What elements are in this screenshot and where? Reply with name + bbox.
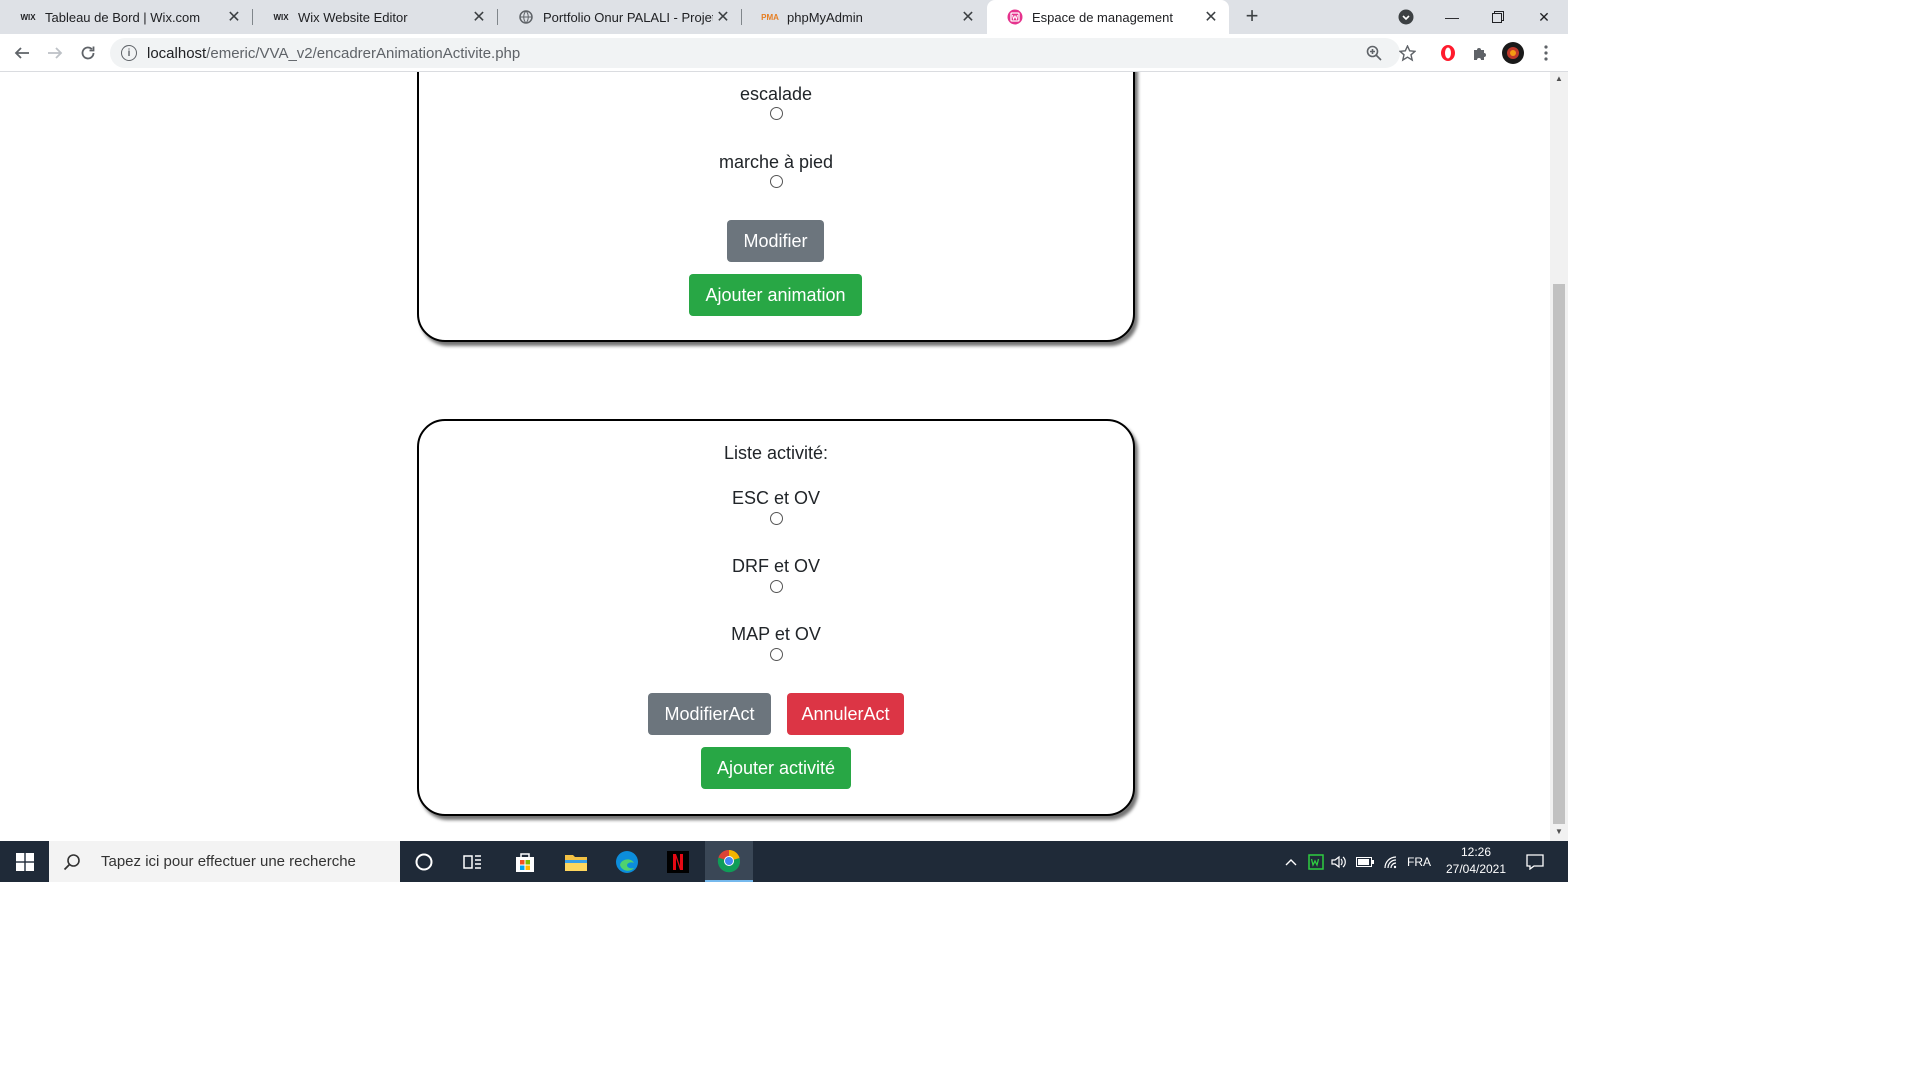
minimize-button[interactable]: — [1429, 0, 1475, 34]
edge-browser-icon[interactable] [603, 841, 651, 882]
browser-tab-strip: WIX Tableau de Bord | Wix.com ✕ WIX Wix … [0, 0, 1568, 34]
search-placeholder: Tapez ici pour effectuer une recherche [101, 853, 356, 870]
animation-label: marche à pied [718, 152, 834, 172]
activity-radio[interactable] [770, 648, 783, 661]
wix-icon: WIX [273, 12, 289, 22]
close-icon[interactable]: ✕ [224, 7, 244, 27]
tab-espace-management[interactable]: Espace de management ✕ [987, 0, 1229, 34]
volume-icon[interactable] [1328, 841, 1350, 882]
info-icon[interactable]: i [121, 45, 137, 61]
tab-wix-editor[interactable]: WIX Wix Website Editor ✕ [253, 0, 497, 34]
activity-radio[interactable] [770, 580, 783, 593]
notification-center-icon[interactable] [1520, 841, 1550, 882]
back-button[interactable] [8, 39, 36, 67]
page-scrollbar[interactable]: ▲ ▼ [1550, 72, 1568, 841]
modify-activity-button[interactable]: ModifierAct [648, 693, 771, 735]
animation-radio[interactable] [770, 107, 783, 120]
microsoft-store-icon[interactable] [501, 841, 549, 882]
chrome-browser-icon[interactable] [705, 841, 753, 882]
profile-avatar[interactable] [1502, 42, 1524, 64]
wamp-icon [1007, 9, 1023, 25]
show-hidden-icons-chevron-icon[interactable] [1280, 841, 1302, 882]
address-bar[interactable]: i localhost/emeric/VVA_v2/encadrerAnimat… [110, 38, 1400, 68]
netflix-icon[interactable] [654, 841, 702, 882]
new-tab-button[interactable]: + [1240, 4, 1264, 28]
wix-icon: WIX [20, 12, 36, 22]
close-window-button[interactable]: ✕ [1521, 0, 1567, 34]
bookmark-star-icon[interactable] [1396, 42, 1418, 64]
add-activity-button[interactable]: Ajouter activité [701, 747, 851, 789]
tab-phpmyadmin[interactable]: PMA phpMyAdmin ✕ [742, 0, 986, 34]
tab-title: phpMyAdmin [787, 9, 863, 25]
clock-time: 12:26 [1460, 845, 1492, 859]
zoom-icon[interactable] [1363, 42, 1385, 64]
animation-card: escalade marche à pied Modifier Ajouter … [417, 72, 1135, 342]
tab-title: Espace de management [1032, 9, 1173, 25]
input-language-indicator[interactable]: FRA [1404, 841, 1434, 882]
windows-taskbar: Tapez ici pour effectuer une recherche F… [0, 841, 1568, 882]
url-host: localhost [147, 44, 207, 62]
close-icon[interactable]: ✕ [713, 7, 733, 27]
battery-icon[interactable] [1353, 841, 1377, 882]
close-icon[interactable]: ✕ [958, 7, 978, 27]
scroll-up-arrow-icon[interactable]: ▲ [1550, 74, 1568, 88]
url-text[interactable]: localhost/emeric/VVA_v2/encadrerAnimatio… [147, 45, 520, 62]
animation-label: escalade [739, 84, 813, 104]
tab-search-button[interactable] [1383, 0, 1429, 34]
restore-button[interactable] [1475, 0, 1521, 34]
tab-title: Tableau de Bord | Wix.com [45, 9, 201, 25]
close-icon[interactable]: ✕ [469, 7, 489, 27]
extensions-puzzle-icon[interactable] [1469, 42, 1491, 64]
cortana-icon[interactable] [400, 841, 448, 882]
menu-kebab-icon[interactable] [1535, 42, 1557, 64]
activity-radio[interactable] [770, 512, 783, 525]
task-view-icon[interactable] [449, 841, 497, 882]
activity-label: MAP et OV [731, 624, 821, 644]
start-button[interactable] [0, 841, 49, 882]
reload-button[interactable] [74, 39, 102, 67]
modify-animation-button[interactable]: Modifier [727, 220, 824, 262]
scroll-down-arrow-icon[interactable]: ▼ [1550, 827, 1568, 841]
browser-toolbar: i localhost/emeric/VVA_v2/encadrerAnimat… [0, 34, 1568, 72]
clock-date: 27/04/2021 [1445, 862, 1507, 876]
phpmyadmin-icon: PMA [761, 12, 779, 22]
tab-wix-dashboard[interactable]: WIX Tableau de Bord | Wix.com ✕ [0, 0, 252, 34]
tab-title: Portfolio Onur PALALI - Projets [543, 9, 713, 25]
activity-card: Liste activité: ESC et OV DRF et OV MAP … [417, 419, 1135, 816]
wamp-tray-icon[interactable] [1305, 841, 1327, 882]
page-content: escalade marche à pied Modifier Ajouter … [0, 72, 1550, 841]
taskbar-search-box[interactable]: Tapez ici pour effectuer une recherche [49, 841, 400, 882]
opera-extension-icon[interactable] [1437, 42, 1459, 64]
file-explorer-icon[interactable] [552, 841, 600, 882]
scrollbar-thumb[interactable] [1553, 284, 1565, 824]
taskbar-clock[interactable]: 12:26 27/04/2021 [1436, 841, 1516, 882]
activity-list-title: Liste activité: [723, 443, 829, 463]
animation-radio[interactable] [770, 175, 783, 188]
url-path: /emeric/VVA_v2/encadrerAnimationActivite… [206, 44, 521, 62]
tab-portfolio[interactable]: Portfolio Onur PALALI - Projets ✕ [498, 0, 741, 34]
tab-title: Wix Website Editor [298, 9, 408, 25]
cancel-activity-button[interactable]: AnnulerAct [787, 693, 904, 735]
activity-label: DRF et OV [731, 556, 820, 576]
wifi-icon[interactable] [1380, 841, 1402, 882]
forward-button[interactable] [41, 39, 69, 67]
search-icon [63, 853, 80, 870]
add-animation-button[interactable]: Ajouter animation [689, 274, 862, 316]
close-icon[interactable]: ✕ [1201, 7, 1221, 27]
activity-label: ESC et OV [731, 488, 821, 508]
globe-icon [518, 9, 534, 25]
